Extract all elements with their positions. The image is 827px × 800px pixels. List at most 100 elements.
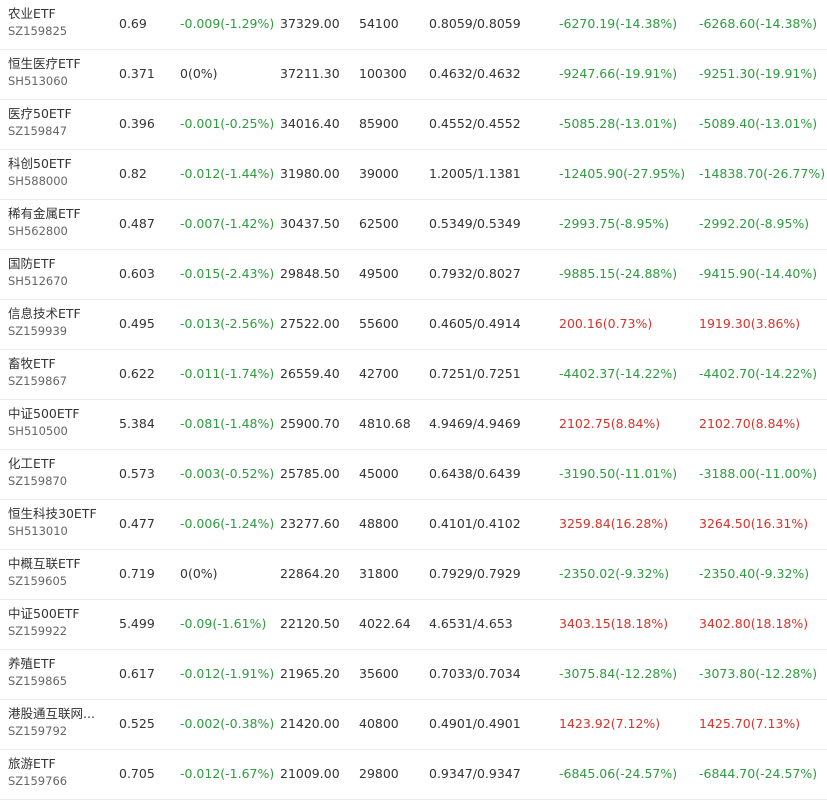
fund-name[interactable]: 旅游ETF <box>8 756 108 771</box>
profit-loss-cell: -2350.02(-9.32%) <box>559 566 670 581</box>
market-value-cell: 27522.00 <box>280 316 340 331</box>
total-profit-loss-cell: -3188.00(-11.00%) <box>699 466 818 481</box>
shares-cell: 100300 <box>359 66 407 81</box>
fund-name[interactable]: 稀有金属ETF <box>8 206 108 221</box>
table-row[interactable]: 畜牧ETF SZ159867 0.622 -0.011(-1.74%) 26559.40… <box>0 350 827 400</box>
market-value-cell: 22864.20 <box>280 566 340 581</box>
shares-cell: 55600 <box>359 316 399 331</box>
table-row[interactable]: 港股通互联网... SZ159792 0.525 -0.002(-0.38%) 2142… <box>0 700 827 750</box>
table-row[interactable]: 稀有金属ETF SH562800 0.487 -0.007(-1.42%) 30437.… <box>0 200 827 250</box>
profit-loss-cell: -4402.37(-14.22%) <box>559 366 678 381</box>
price-cell: 0.371 <box>119 66 155 81</box>
cost-cell: 1.2005/1.1381 <box>429 166 521 181</box>
fund-name[interactable]: 畜牧ETF <box>8 356 108 371</box>
table-row[interactable]: 国防ETF SH512670 0.603 -0.015(-2.43%) 29848.50… <box>0 250 827 300</box>
shares-cell: 42700 <box>359 366 399 381</box>
shares-cell: 49500 <box>359 266 399 281</box>
total-profit-loss-cell: -6268.60(-14.38%) <box>699 16 818 31</box>
table-row[interactable]: 化工ETF SZ159870 0.573 -0.003(-0.52%) 25785.00… <box>0 450 827 500</box>
table-row[interactable]: 旅游ETF SZ159766 0.705 -0.012(-1.67%) 21009.00… <box>0 750 827 800</box>
fund-name[interactable]: 港股通互联网... <box>8 706 108 721</box>
cost-cell: 0.4552/0.4552 <box>429 116 521 131</box>
change-cell: -0.012(-1.67%) <box>180 766 275 781</box>
market-value-cell: 29848.50 <box>280 266 340 281</box>
shares-cell: 62500 <box>359 216 399 231</box>
fund-name[interactable]: 国防ETF <box>8 256 108 271</box>
fund-code: SZ159865 <box>8 674 68 688</box>
price-cell: 0.617 <box>119 666 155 681</box>
shares-cell: 40800 <box>359 716 399 731</box>
market-value-cell: 34016.40 <box>280 116 340 131</box>
fund-code: SH562800 <box>8 224 68 238</box>
fund-name[interactable]: 中证500ETF <box>8 606 108 621</box>
table-row[interactable]: 医疗50ETF SZ159847 0.396 -0.001(-0.25%) 34016.… <box>0 100 827 150</box>
price-cell: 0.487 <box>119 216 155 231</box>
price-cell: 0.477 <box>119 516 155 531</box>
cost-cell: 0.4901/0.4901 <box>429 716 521 731</box>
table-row[interactable]: 信息技术ETF SZ159939 0.495 -0.013(-2.56%) 27522.… <box>0 300 827 350</box>
market-value-cell: 21420.00 <box>280 716 340 731</box>
market-value-cell: 26559.40 <box>280 366 340 381</box>
table-row[interactable]: 中概互联ETF SZ159605 0.719 0(0%) 22864.20 31800 0.… <box>0 550 827 600</box>
total-profit-loss-cell: 3402.80(18.18%) <box>699 616 809 631</box>
total-profit-loss-cell: 1425.70(7.13%) <box>699 716 801 731</box>
price-cell: 0.622 <box>119 366 155 381</box>
fund-name[interactable]: 中证500ETF <box>8 406 108 421</box>
total-profit-loss-cell: -2350.40(-9.32%) <box>699 566 810 581</box>
table-row[interactable]: 中证500ETF SZ159922 5.499 -0.09(-1.61%) 22120.… <box>0 600 827 650</box>
change-cell: -0.015(-2.43%) <box>180 266 275 281</box>
table-row[interactable]: 恒生医疗ETF SH513060 0.371 0(0%) 37211.30 100300 0… <box>0 50 827 100</box>
table-row[interactable]: 科创50ETF SH588000 0.82 -0.012(-1.44%) 31980.0… <box>0 150 827 200</box>
cost-cell: 0.6438/0.6439 <box>429 466 521 481</box>
fund-code: SH512670 <box>8 274 68 288</box>
fund-name[interactable]: 医疗50ETF <box>8 106 108 121</box>
change-cell: -0.002(-0.38%) <box>180 716 275 731</box>
profit-loss-cell: -9247.66(-19.91%) <box>559 66 678 81</box>
total-profit-loss-cell: -9251.30(-19.91%) <box>699 66 818 81</box>
fund-name[interactable]: 养殖ETF <box>8 656 108 671</box>
shares-cell: 29800 <box>359 766 399 781</box>
cost-cell: 0.7033/0.7034 <box>429 666 521 681</box>
price-cell: 0.573 <box>119 466 155 481</box>
fund-code: SH510500 <box>8 424 68 438</box>
profit-loss-cell: -9885.15(-24.88%) <box>559 266 678 281</box>
change-cell: -0.006(-1.24%) <box>180 516 275 531</box>
fund-code: SZ159605 <box>8 574 68 588</box>
change-cell: 0(0%) <box>180 566 218 581</box>
change-cell: -0.081(-1.48%) <box>180 416 275 431</box>
change-cell: -0.009(-1.29%) <box>180 16 275 31</box>
fund-code: SZ159867 <box>8 374 68 388</box>
shares-cell: 45000 <box>359 466 399 481</box>
shares-cell: 48800 <box>359 516 399 531</box>
shares-cell: 4810.68 <box>359 416 411 431</box>
market-value-cell: 23277.60 <box>280 516 340 531</box>
total-profit-loss-cell: 2102.70(8.84%) <box>699 416 801 431</box>
fund-code: SZ159939 <box>8 324 68 338</box>
fund-name[interactable]: 化工ETF <box>8 456 108 471</box>
cost-cell: 0.4605/0.4914 <box>429 316 521 331</box>
table-row[interactable]: 恒生科技30ETF SH513010 0.477 -0.006(-1.24%) 2327… <box>0 500 827 550</box>
shares-cell: 39000 <box>359 166 399 181</box>
fund-name[interactable]: 中概互联ETF <box>8 556 108 571</box>
cost-cell: 0.9347/0.9347 <box>429 766 521 781</box>
cost-cell: 4.9469/4.9469 <box>429 416 521 431</box>
price-cell: 0.525 <box>119 716 155 731</box>
table-row[interactable]: 养殖ETF SZ159865 0.617 -0.012(-1.91%) 21965.20… <box>0 650 827 700</box>
change-cell: -0.012(-1.44%) <box>180 166 275 181</box>
total-profit-loss-cell: -14838.70(-26.77%) <box>699 166 826 181</box>
fund-name[interactable]: 农业ETF <box>8 6 108 21</box>
table-row[interactable]: 中证500ETF SH510500 5.384 -0.081(-1.48%) 25900… <box>0 400 827 450</box>
profit-loss-cell: 2102.75(8.84%) <box>559 416 661 431</box>
total-profit-loss-cell: -2992.20(-8.95%) <box>699 216 810 231</box>
fund-name[interactable]: 恒生科技30ETF <box>8 506 108 521</box>
cost-cell: 0.7251/0.7251 <box>429 366 521 381</box>
market-value-cell: 21009.00 <box>280 766 340 781</box>
price-cell: 0.719 <box>119 566 155 581</box>
total-profit-loss-cell: 1919.30(3.86%) <box>699 316 801 331</box>
cost-cell: 0.7929/0.7929 <box>429 566 521 581</box>
fund-name[interactable]: 信息技术ETF <box>8 306 108 321</box>
table-row[interactable]: 农业ETF SZ159825 0.69 -0.009(-1.29%) 37329.00 5… <box>0 0 827 50</box>
fund-name[interactable]: 恒生医疗ETF <box>8 56 108 71</box>
holdings-table: 农业ETF SZ159825 0.69 -0.009(-1.29%) 37329.00 5… <box>0 0 827 800</box>
fund-name[interactable]: 科创50ETF <box>8 156 108 171</box>
